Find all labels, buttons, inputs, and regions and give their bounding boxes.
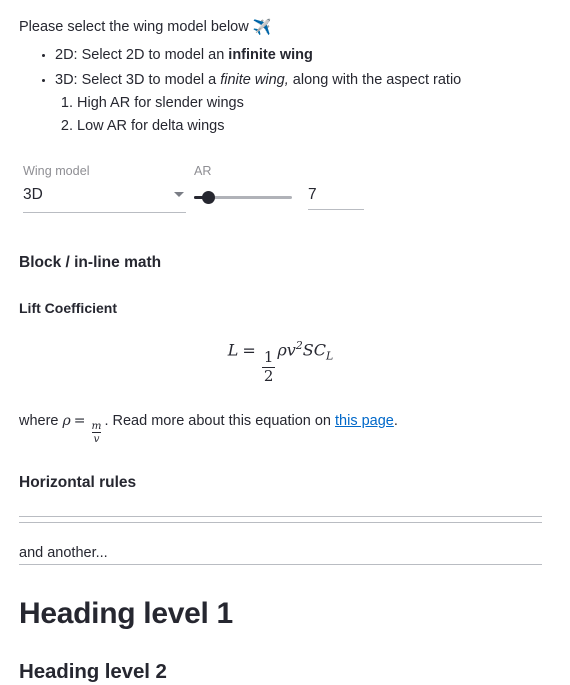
chevron-down-icon[interactable]: [174, 191, 184, 197]
horizontal-rule: [19, 564, 542, 566]
number-field-underline: [308, 208, 364, 210]
fraction-numerator: 1: [263, 348, 274, 367]
wing-model-bullet-list: 2D: Select 2D to model an infinite wing …: [19, 45, 542, 136]
bullet-2d-strong: infinite wing: [228, 47, 313, 64]
after-rule-paragraph: and another...: [19, 545, 108, 562]
aspect-ratio-slider[interactable]: [194, 185, 292, 211]
section-heading-block-inline-math: Block / in-line math: [19, 253, 162, 271]
equation-area: S: [302, 340, 314, 360]
aspect-ratio-widget: AR 7: [186, 163, 542, 211]
equation-fraction: 12: [261, 348, 276, 385]
inline-tail-text: .: [393, 412, 398, 429]
airplane-emoji: ✈️: [252, 19, 272, 36]
aspect-ratio-value: 7: [308, 185, 317, 203]
equation-velocity-exponent: 2: [295, 339, 303, 353]
main-content: Please select the wing model below ✈️ 2D…: [0, 0, 570, 685]
this-page-link[interactable]: this page: [335, 413, 394, 429]
equation-lhs: L: [227, 340, 239, 360]
aspect-ratio-ordered-list: High AR for slender wings Low AR for del…: [55, 93, 542, 136]
widgets-row: Wing model 3D AR 7: [19, 163, 542, 213]
horizontal-rule-pair: [19, 516, 542, 524]
inline-rho: ρ: [62, 412, 71, 429]
wing-model-widget: Wing model 3D: [23, 163, 186, 213]
wing-model-selected-value: 3D: [23, 185, 43, 203]
inline-fraction-numerator: m: [91, 419, 102, 432]
equation-coefficient-subscript: L: [325, 349, 334, 363]
wing-model-select[interactable]: 3D: [23, 185, 186, 213]
heading-level-2: Heading level 2: [19, 659, 167, 683]
section-heading-horizontal-rules: Horizontal rules: [19, 473, 137, 491]
app-page: Please select the wing model below ✈️ 2D…: [0, 0, 570, 683]
lift-equation-block: L = 1 2 ρv2SCL: [19, 339, 542, 384]
aspect-ratio-number-field[interactable]: 7: [308, 185, 364, 210]
aspect-ratio-slider-row: 7: [194, 185, 542, 211]
bullet-3d-emphasis: finite wing,: [220, 71, 289, 88]
bullet-3d-prefix: 3D: Select 3D to model a: [55, 71, 221, 88]
heading-level-1: Heading level 1: [19, 597, 233, 631]
fraction-denominator: 2: [261, 366, 276, 385]
equation-rho: ρ: [277, 340, 287, 360]
list-item: Low AR for delta wings: [77, 116, 542, 137]
list-item: 3D: Select 3D to model a finite wing, al…: [55, 70, 542, 137]
bullet-3d-suffix: along with the aspect ratio: [288, 71, 462, 88]
intro-text: Please select the wing model below: [19, 19, 253, 35]
equation-velocity: v: [286, 340, 296, 360]
inline-fraction-denominator: v: [91, 432, 102, 446]
inline-fraction: mv: [90, 421, 104, 445]
inline-math-paragraph: where ρ = m v. Read more about this equatio…: [19, 410, 542, 445]
intro-paragraph: Please select the wing model below ✈️: [19, 16, 542, 39]
horizontal-rule: [19, 516, 542, 518]
inline-lead-text: where: [19, 412, 63, 429]
slider-thumb[interactable]: [202, 190, 215, 204]
equation-coefficient: C: [313, 340, 326, 360]
inline-equals: =: [73, 412, 86, 429]
horizontal-rule: [19, 522, 542, 524]
aspect-ratio-label: AR: [194, 163, 212, 178]
list-item: 2D: Select 2D to model an infinite wing: [55, 45, 542, 66]
list-item: High AR for slender wings: [77, 93, 542, 114]
equation-equals: =: [242, 340, 256, 360]
wing-model-label: Wing model: [23, 163, 90, 178]
bullet-2d-prefix: 2D: Select 2D to model an: [55, 47, 229, 64]
inline-middle-text: . Read more about this equation on: [104, 412, 336, 429]
section-heading-lift-coefficient: Lift Coefficient: [19, 300, 117, 317]
